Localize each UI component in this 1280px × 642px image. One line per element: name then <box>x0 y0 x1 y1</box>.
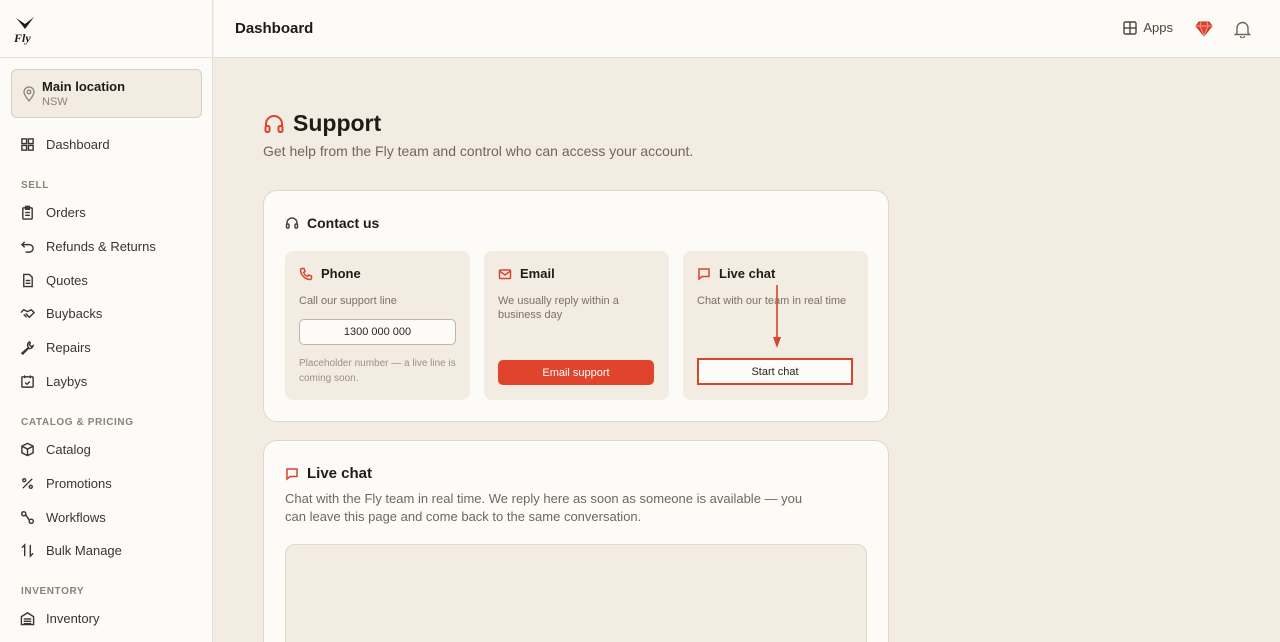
sidebar-item-label: Catalog <box>46 441 91 457</box>
chat-bubble-icon <box>698 267 710 281</box>
gem-icon[interactable] <box>1195 20 1213 38</box>
sidebar-item-label: Buybacks <box>46 305 103 321</box>
support-title: Support <box>293 110 382 136</box>
live-chat-label: Live chat <box>307 465 373 482</box>
sidebar-item-label: Workflows <box>46 509 106 525</box>
email-tile: Email We usually reply within a business… <box>484 251 669 400</box>
sort-arrows-icon <box>21 542 34 558</box>
live-chat-title: Live chat <box>285 465 372 482</box>
contact-us-title: Contact us <box>285 215 379 231</box>
sidebar-item-repairs[interactable]: Repairs <box>20 336 91 358</box>
headphones-icon <box>285 217 299 229</box>
chat-bubble-icon <box>286 467 298 481</box>
sidebar-item-inventory[interactable]: Inventory <box>20 607 99 629</box>
phone-icon <box>299 267 313 280</box>
sidebar-item-label: Orders <box>46 204 86 220</box>
page-title: Dashboard <box>235 20 314 37</box>
grid-icon <box>1123 20 1138 35</box>
calendar-check-icon <box>21 374 34 388</box>
sidebar-item-dashboard[interactable]: Dashboard <box>20 133 110 155</box>
phone-note: Placeholder number — a live line is comi… <box>299 358 456 384</box>
apps-button[interactable]: Apps <box>1123 20 1173 35</box>
apps-label: Apps <box>1143 20 1173 35</box>
contact-us-label: Contact us <box>307 215 380 231</box>
sidebar-item-label: Bulk Manage <box>46 542 122 558</box>
live-chat-card: Live chat Chat with the Fly team in real… <box>263 440 889 642</box>
phone-number-field[interactable]: 1300 000 000 <box>299 319 456 345</box>
handshake-icon <box>20 308 35 318</box>
headphones-icon <box>264 114 284 133</box>
clipboard-icon <box>22 205 33 220</box>
support-heading: Support <box>263 110 381 137</box>
sidebar-item-label: Inventory <box>46 610 100 626</box>
live-chat-tile-header: Live chat <box>697 266 775 281</box>
live-chat-description: Chat with the Fly team in real time. We … <box>285 491 803 524</box>
wrench-icon <box>20 340 35 355</box>
sidebar-item-label: Dashboard <box>46 136 110 152</box>
sidebar-item-label: Promotions <box>46 475 112 491</box>
workflow-icon <box>20 510 35 524</box>
location-pin-icon <box>23 86 35 102</box>
bell-icon[interactable] <box>1234 20 1251 38</box>
location-region: NSW <box>42 96 68 108</box>
logo-text: Fly <box>14 31 31 45</box>
sidebar-item-orders[interactable]: Orders <box>20 201 86 223</box>
sidebar-item-quotes[interactable]: Quotes <box>20 269 88 291</box>
warehouse-icon <box>20 611 35 625</box>
nav-section-sell: SELL <box>21 180 49 191</box>
sidebar-item-label: Quotes <box>46 272 88 288</box>
sidebar-item-catalog[interactable]: Catalog <box>20 438 91 460</box>
top-bar: Dashboard Apps <box>214 0 1280 58</box>
email-tile-header: Email <box>498 266 555 281</box>
email-description: We usually reply within a business day <box>498 295 619 321</box>
annotation-arrow <box>773 285 781 348</box>
sidebar-item-refunds[interactable]: Refunds & Returns <box>20 235 156 257</box>
phone-description: Call our support line <box>299 295 397 307</box>
location-name: Main location <box>42 79 126 94</box>
sidebar: Fly Main location NSW Dashboard SELL Ord… <box>0 0 213 642</box>
dashboard-icon <box>21 137 34 151</box>
nav-section-inventory: INVENTORY <box>21 586 85 597</box>
percent-icon <box>22 477 33 489</box>
start-chat-button[interactable]: Start chat <box>697 358 853 385</box>
support-subtitle: Get help from the Fly team and control w… <box>263 143 694 159</box>
chat-window[interactable] <box>285 544 867 642</box>
nav-section-catalog: CATALOG & PRICING <box>21 417 134 428</box>
sidebar-item-laybys[interactable]: Laybys <box>20 370 87 392</box>
sidebar-item-label: Refunds & Returns <box>46 238 156 254</box>
sidebar-item-promotions[interactable]: Promotions <box>20 472 112 494</box>
fly-logo[interactable]: Fly <box>14 15 36 45</box>
phone-tile: Phone Call our support line 1300 000 000… <box>285 251 470 400</box>
sidebar-item-label: Laybys <box>46 373 88 389</box>
logo-area: Fly <box>0 0 212 58</box>
mail-icon <box>498 268 512 279</box>
location-selector[interactable]: Main location NSW <box>11 69 202 118</box>
box-icon <box>21 442 34 456</box>
phone-title: Phone <box>321 266 361 281</box>
email-support-button[interactable]: Email support <box>498 360 654 385</box>
document-icon <box>23 273 33 287</box>
sidebar-item-workflows[interactable]: Workflows <box>20 506 106 528</box>
sidebar-item-bulk-manage[interactable]: Bulk Manage <box>20 539 122 561</box>
contact-us-card: Contact us Phone Call our support line 1… <box>263 190 889 422</box>
email-title: Email <box>520 266 555 281</box>
undo-icon <box>20 240 34 253</box>
live-chat-tile-title: Live chat <box>719 266 776 281</box>
sidebar-item-buybacks[interactable]: Buybacks <box>20 302 102 324</box>
sidebar-item-label: Repairs <box>46 339 91 355</box>
phone-tile-header: Phone <box>299 266 361 281</box>
live-chat-tile: Live chat Chat with our team in real tim… <box>683 251 868 400</box>
